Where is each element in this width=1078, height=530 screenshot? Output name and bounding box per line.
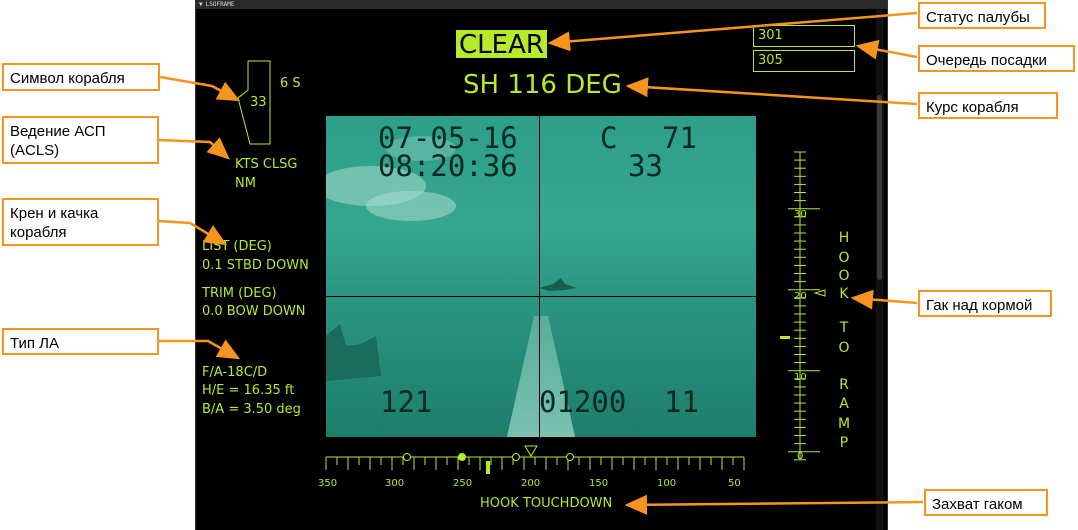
callout-acls: Ведение АСП (ACLS) — [2, 116, 159, 164]
callout-aircraft-type: Тип ЛА — [2, 328, 159, 355]
callout-landing-queue: Очередь посадки — [918, 45, 1075, 72]
callout-ship-symbol: Символ корабля — [2, 63, 160, 91]
callout-deck-status: Статус палубы — [918, 2, 1046, 29]
callout-ship-heading: Курс корабля — [918, 92, 1058, 119]
callout-arrows — [157, 11, 924, 515]
callout-hook-catch: Захват гаком — [924, 489, 1048, 516]
callout-roll-pitch: Крен и качка корабля — [2, 198, 159, 246]
callout-hook-over-ramp: Гак над кормой — [918, 290, 1052, 317]
